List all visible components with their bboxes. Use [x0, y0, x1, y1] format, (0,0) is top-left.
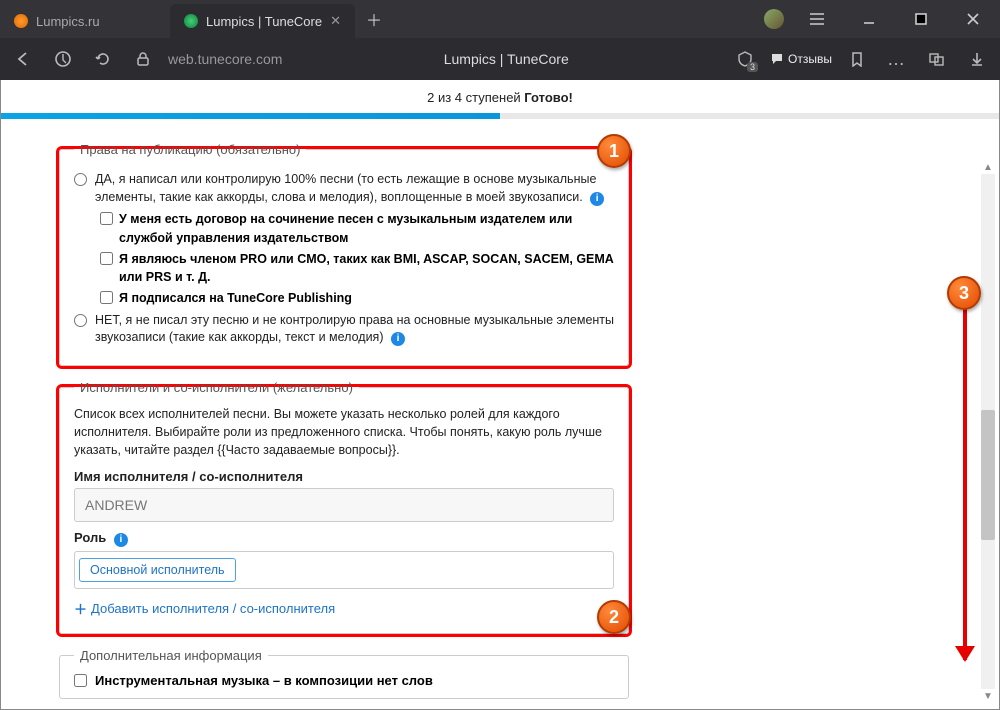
reviews-label: Отзывы [788, 52, 832, 66]
tab-lumpics-ru[interactable]: Lumpics.ru [0, 4, 170, 38]
lock-icon[interactable] [128, 44, 158, 74]
hamburger-menu-icon[interactable] [798, 4, 836, 34]
rights-no-row[interactable]: НЕТ, я не писал эту песню и не контролир… [74, 312, 614, 347]
rights-cb1-row[interactable]: У меня есть договор на сочинение песен с… [100, 210, 614, 248]
info-icon[interactable]: i [590, 192, 604, 206]
protect-badge-count: 3 [747, 62, 758, 72]
rights-no-radio[interactable] [74, 314, 87, 327]
artists-legend: Исполнители и со-исполнители (желательно… [74, 380, 359, 395]
info-icon[interactable]: i [114, 533, 128, 547]
add-artist-link[interactable]: ＋ Добавить исполнителя / со-исполнителя [74, 599, 335, 618]
artist-name-label: Имя исполнителя / со-исполнителя [74, 469, 614, 484]
page-title: Lumpics | TuneCore [292, 51, 720, 67]
extensions-icon[interactable] [922, 44, 952, 74]
scroll-arrow-annotation [963, 290, 967, 660]
role-tag[interactable]: Основной исполнитель [79, 558, 236, 582]
plus-icon: ＋ [74, 599, 87, 618]
favicon-green [184, 14, 198, 28]
window-close-button[interactable] [954, 4, 992, 34]
role-label: Роль i [74, 530, 614, 547]
back-button[interactable] [8, 44, 38, 74]
window-minimize-button[interactable] [850, 4, 888, 34]
callout-1: 1 [597, 134, 631, 168]
tab-tunecore[interactable]: Lumpics | TuneCore ✕ [170, 4, 355, 38]
rights-cb2[interactable] [100, 252, 113, 265]
scrollbar-down-arrow[interactable]: ▼ [981, 689, 995, 703]
artist-name-input[interactable] [74, 488, 614, 522]
progress-label: 2 из 4 ступеней Готово! [1, 80, 999, 113]
tab-label: Lumpics | TuneCore [206, 14, 322, 29]
add-artist-text: Добавить исполнителя / со-исполнителя [91, 601, 335, 616]
downloads-icon[interactable] [962, 44, 992, 74]
rights-yes-radio[interactable] [74, 173, 87, 186]
callout-2: 2 [597, 600, 631, 634]
rights-cb1[interactable] [100, 212, 113, 225]
rights-cb3-text: Я подписался на TuneCore Publishing [119, 289, 352, 308]
rights-no-text: НЕТ, я не писал эту песню и не контролир… [95, 313, 614, 345]
reload-button[interactable] [88, 44, 118, 74]
more-icon[interactable]: … [882, 44, 912, 74]
instrumental-row[interactable]: Инструментальная музыка – в композиции н… [74, 673, 614, 688]
rights-cb2-text: Я являюсь членом PRO или CMO, таких как … [119, 250, 614, 288]
window-maximize-button[interactable] [902, 4, 940, 34]
callout-3: 3 [947, 276, 981, 310]
extra-legend: Дополнительная информация [74, 648, 268, 663]
vertical-scrollbar[interactable]: ▲ ▼ [981, 160, 995, 703]
progress-bar [1, 113, 999, 119]
role-select[interactable]: Основной исполнитель [74, 551, 614, 589]
page-viewport: 2 из 4 ступеней Готово! Права на публика… [0, 80, 1000, 710]
instrumental-text: Инструментальная музыка – в композиции н… [95, 673, 433, 688]
rights-cb3[interactable] [100, 291, 113, 304]
rights-cb3-row[interactable]: Я подписался на TuneCore Publishing [100, 289, 614, 308]
url-text[interactable]: web.tunecore.com [168, 51, 282, 67]
close-tab-icon[interactable]: ✕ [330, 13, 341, 29]
rights-yes-text: ДА, я написал или контролирую 100% песни… [95, 172, 596, 204]
rights-section: Права на публикацию (обязательно) ДА, я … [59, 142, 629, 366]
instrumental-checkbox[interactable] [74, 674, 87, 687]
rights-cb1-text: У меня есть договор на сочинение песен с… [119, 210, 614, 248]
profile-avatar[interactable] [764, 9, 784, 29]
scrollbar-up-arrow[interactable]: ▲ [981, 160, 995, 174]
rights-legend: Права на публикацию (обязательно) [74, 142, 306, 157]
tab-label: Lumpics.ru [36, 14, 100, 29]
yandex-icon[interactable] [48, 44, 78, 74]
artists-description: Список всех исполнителей песни. Вы может… [74, 405, 614, 459]
browser-address-bar: web.tunecore.com Lumpics | TuneCore 3 От… [0, 38, 1000, 80]
rights-yes-row[interactable]: ДА, я написал или контролирую 100% песни… [74, 171, 614, 206]
rights-cb2-row[interactable]: Я являюсь членом PRO или CMO, таких как … [100, 250, 614, 288]
bookmark-icon[interactable] [842, 44, 872, 74]
extra-section: Дополнительная информация Инструментальн… [59, 648, 629, 699]
favicon-orange [14, 14, 28, 28]
protect-icon[interactable]: 3 [730, 44, 760, 74]
progress-fill [1, 113, 500, 119]
browser-titlebar: Lumpics.ru Lumpics | TuneCore ✕ ＋ [0, 0, 1000, 38]
artists-section: Исполнители и со-исполнители (желательно… [59, 380, 629, 634]
info-icon[interactable]: i [391, 332, 405, 346]
rights-sub-checks: У меня есть договор на сочинение песен с… [100, 210, 614, 308]
reviews-button[interactable]: Отзывы [770, 52, 832, 66]
scrollbar-thumb[interactable] [981, 410, 995, 540]
new-tab-button[interactable]: ＋ [361, 6, 387, 32]
